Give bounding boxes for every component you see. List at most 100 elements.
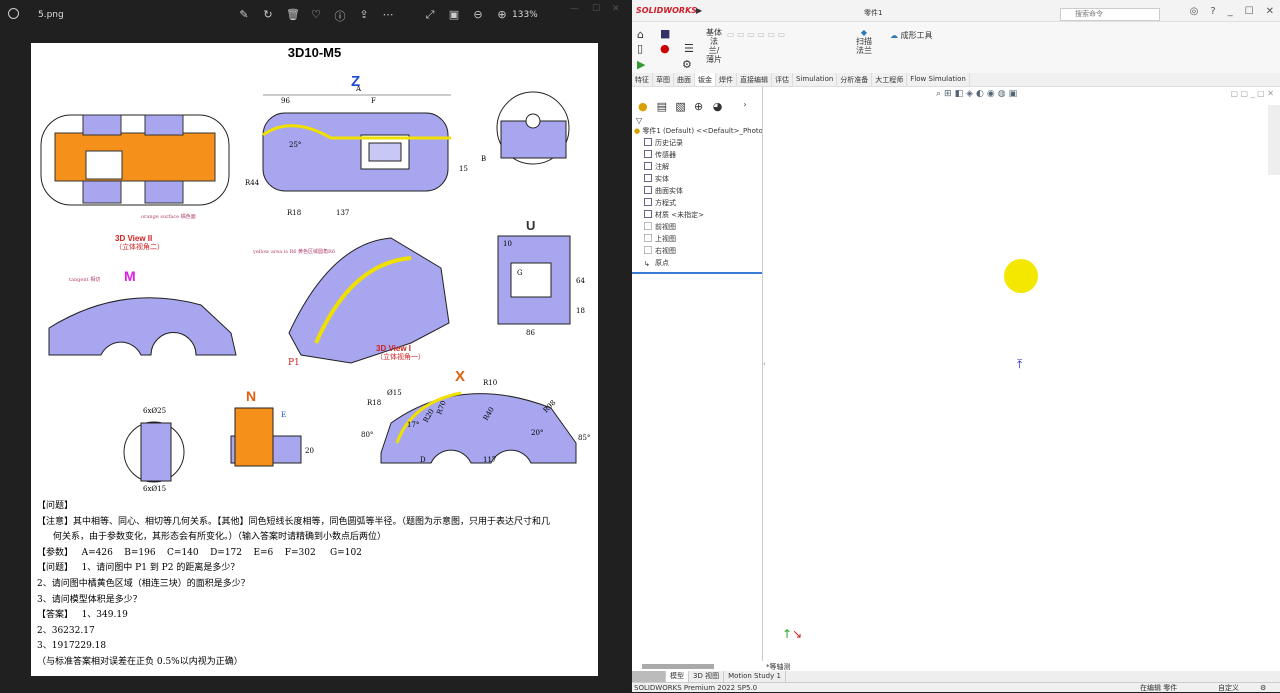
tab-flow-simulation[interactable]: Flow Simulation — [907, 73, 970, 86]
horizontal-scrollbar[interactable] — [642, 664, 714, 669]
tab-direct-editing[interactable]: 直接编辑 — [737, 73, 772, 86]
close-button[interactable]: ✕ — [612, 4, 620, 14]
zoom-out-icon[interactable]: ⊖ — [472, 8, 484, 24]
dim-label: 86 — [526, 329, 535, 337]
share-icon[interactable]: ⇪ — [358, 8, 370, 24]
command-manager-tabs: 特征 草图 曲面 钣金 焊件 直接编辑 评估 Simulation 分析准备 大… — [632, 73, 1280, 87]
settings-icon[interactable]: ⚙ — [682, 58, 692, 71]
x-label: X — [455, 368, 465, 385]
dim-label: R98 — [542, 399, 558, 415]
tree-item-surface-bodies[interactable]: 曲面实体 — [644, 185, 762, 197]
more-icon[interactable]: ⋯ — [382, 8, 394, 24]
display-manager-tab-icon[interactable]: ◕ — [713, 100, 728, 114]
tab-motion-study[interactable]: Motion Study 1 — [724, 671, 786, 682]
tab-evaluate[interactable]: 评估 — [772, 73, 793, 86]
fullscreen-icon[interactable]: ⤢ — [424, 8, 436, 24]
property-manager-tab-icon[interactable]: ▤ — [657, 100, 672, 114]
search-input[interactable]: 搜索命令 — [1060, 8, 1160, 21]
minimize-button[interactable]: _ — [1228, 6, 1233, 17]
user-icon[interactable]: ◎ — [1190, 6, 1199, 17]
question-line: 【问题】 — [37, 501, 74, 511]
minimize-button[interactable]: — — [570, 4, 579, 14]
tree-item-origin[interactable]: ↳ 原点 — [644, 257, 762, 269]
tree-item-top-plane[interactable]: 上视图 — [644, 233, 762, 245]
swept-flange-label: 扫描法兰 — [856, 37, 872, 55]
info-icon[interactable]: ⓘ — [334, 8, 346, 24]
tree-item-solid-bodies[interactable]: 实体 — [644, 173, 762, 185]
heads-up-view-toolbar[interactable]: ⌕⊞◧◈◐◉◍▣ — [936, 89, 1020, 99]
maximize-button[interactable]: ☐ — [1245, 6, 1254, 17]
dim-label: G — [517, 269, 523, 277]
tree-item-label: 原点 — [655, 259, 669, 267]
save-icon[interactable]: ■ — [660, 27, 670, 40]
help-icon[interactable]: ? — [1210, 6, 1215, 17]
sensor-icon — [644, 150, 652, 158]
origin-marker-icon: ⤒ — [1017, 357, 1023, 371]
dim-label: R10 — [483, 379, 497, 387]
rollback-bar[interactable] — [632, 272, 762, 274]
feature-manager-tab-icon[interactable]: ● — [638, 100, 653, 114]
m-label: M — [124, 268, 136, 284]
tree-item-material[interactable]: 材质 <未指定> — [644, 209, 762, 221]
config-manager-tab-icon[interactable]: ▧ — [675, 100, 690, 114]
viewport-controls[interactable]: ▢ ▢ _ ▢ ✕ — [1230, 89, 1274, 98]
question-text: 【问题】 【注意】其中相等、同心、相切等几何关系。【其他】同色短线长度相等，同色… — [37, 499, 550, 671]
dim-label: A — [355, 85, 362, 93]
options-list-icon[interactable]: ☰ — [684, 42, 694, 55]
select-icon[interactable]: ▶ — [637, 58, 645, 71]
tab-sketch[interactable]: 草图 — [653, 73, 674, 86]
tab-simulation[interactable]: Simulation — [793, 73, 838, 86]
dim-label: 137 — [336, 209, 349, 217]
rotate-icon[interactable]: ↻ — [262, 8, 274, 24]
dimxpert-tab-icon[interactable]: ⊕ — [694, 100, 709, 114]
tree-item-label: 注解 — [655, 163, 669, 171]
tree-item-label: 历史记录 — [655, 139, 683, 147]
tree-item-history[interactable]: 历史记录 — [644, 137, 762, 149]
forming-tool-button[interactable]: ☁ 成形工具 — [890, 30, 933, 41]
graphics-area[interactable]: ⌕⊞◧◈◐◉◍▣ ▢ ▢ _ ▢ ✕ ⤒ ↑↘ *等轴测 — [764, 87, 1280, 671]
tree-root[interactable]: ● 零件1 (Default) <<Default>_PhotoW — [632, 125, 762, 137]
tab-features[interactable]: 特征 — [632, 73, 653, 86]
edit-icon[interactable]: ✎ — [238, 8, 250, 24]
tree-item-right-plane[interactable]: 右视图 — [644, 245, 762, 257]
task-pane-tabs[interactable] — [1268, 105, 1280, 175]
answer-line: 2、36232.17 — [37, 625, 95, 636]
tab-sheet-metal[interactable]: 钣金 — [695, 73, 716, 86]
note-line: （与标准答案相对误差在正负 0.5%以内视为正确） — [37, 656, 243, 667]
base-flange-button[interactable]: 基体法兰/薄片 — [705, 28, 723, 64]
dim-label: R18 — [367, 399, 381, 407]
expand-arrow-icon[interactable]: › — [743, 100, 758, 114]
tree-item-annotations[interactable]: 注解 — [644, 161, 762, 173]
tab-engineer[interactable]: 大工程师 — [872, 73, 908, 86]
menu-arrow-icon[interactable]: ▶ — [696, 6, 702, 15]
tab-model[interactable]: 模型 — [666, 671, 689, 682]
tab-scroll[interactable] — [632, 671, 666, 682]
maximize-button[interactable]: ☐ — [592, 4, 600, 14]
fit-icon[interactable]: ▣ — [448, 8, 460, 24]
tree-item-sensors[interactable]: 传感器 — [644, 149, 762, 161]
n-view: N 6xØ25 6xØ15 E 20 — [123, 388, 314, 493]
tab-analysis-prep[interactable]: 分析准备 — [837, 73, 873, 86]
parameters-line: 【参数】 A=426 B=196 C=140 D=172 E=6 F=302 G… — [37, 547, 362, 558]
swept-flange-button[interactable]: ◆ 扫描法兰 — [856, 28, 872, 55]
title-bar: SOLIDWORKS ▶ 零件1 搜索命令 ◎ ? _ ☐ ✕ — [632, 0, 1280, 22]
filter-icon[interactable]: ▽ — [632, 114, 762, 125]
rebuild-icon[interactable]: ● — [660, 42, 670, 55]
tab-3d-views[interactable]: 3D 视图 — [689, 671, 725, 682]
new-icon[interactable]: ▯ — [637, 42, 643, 55]
heart-icon[interactable]: ♡ — [310, 8, 322, 24]
panel-collapse-handle[interactable]: ‹ — [763, 360, 766, 368]
delete-icon[interactable]: 🗑 — [286, 8, 300, 24]
zoom-in-icon[interactable]: ⊕ — [496, 8, 508, 24]
tree-item-label: 方程式 — [655, 199, 676, 207]
close-button[interactable]: ✕ — [1266, 6, 1274, 17]
plane-icon — [644, 222, 652, 230]
tree-item-equations[interactable]: 方程式 — [644, 197, 762, 209]
dim-label: 15 — [459, 165, 468, 173]
question-line: 【问题】 1、请问图中 P1 到 P2 的距离是多少？ — [37, 563, 240, 574]
tree-item-front-plane[interactable]: 前视图 — [644, 221, 762, 233]
home-icon[interactable]: ⌂ — [637, 28, 644, 41]
solidworks-window: SOLIDWORKS ▶ 零件1 搜索命令 ◎ ? _ ☐ ✕ ⌂ ■ ▯ ● … — [632, 0, 1280, 692]
tab-surfaces[interactable]: 曲面 — [674, 73, 695, 86]
tab-weldments[interactable]: 焊件 — [716, 73, 737, 86]
